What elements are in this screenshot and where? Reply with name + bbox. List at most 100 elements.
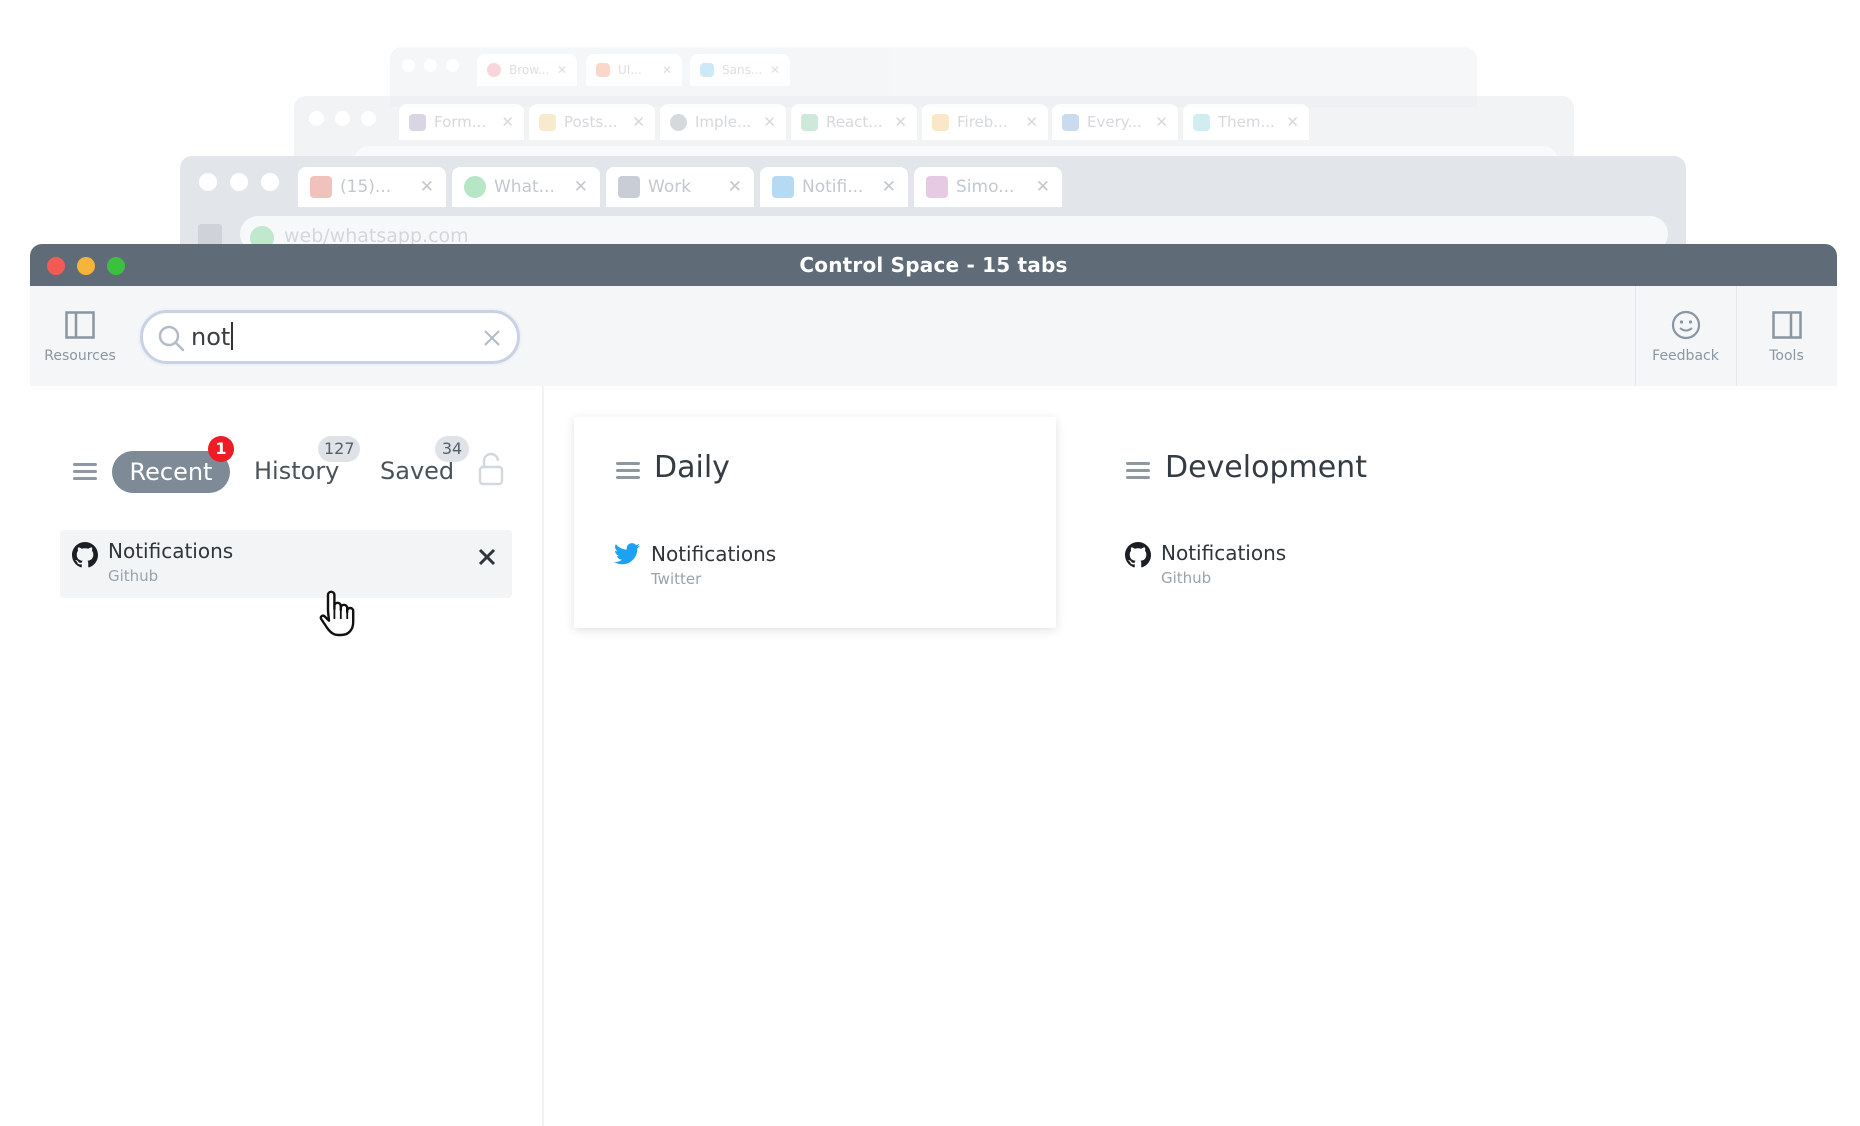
browser-tab-label: (15)... xyxy=(340,177,392,197)
list-item-title[interactable]: Notifications xyxy=(1161,541,1286,565)
title-bar: Control Space - 15 tabs xyxy=(30,244,1837,286)
window-controls xyxy=(309,111,387,126)
smiley-icon xyxy=(1671,310,1701,340)
resources-button[interactable]: Resources xyxy=(30,286,130,386)
close-tab-icon[interactable]: ✕ xyxy=(662,63,672,77)
search-icon xyxy=(158,325,185,352)
typescript-icon xyxy=(1062,113,1079,131)
close-tab-icon[interactable]: ✕ xyxy=(632,113,645,131)
list-item-title: Notifications xyxy=(108,539,234,563)
browser-tab[interactable]: Work ✕ xyxy=(606,167,754,207)
search-input-value: not xyxy=(191,323,231,351)
list-item-title[interactable]: Notifications xyxy=(651,542,776,566)
github-icon xyxy=(670,113,687,131)
browser-tab[interactable]: Notifi... ✕ xyxy=(760,167,908,207)
menu-icon[interactable] xyxy=(1126,462,1150,480)
slack-icon xyxy=(926,176,948,198)
work-icon xyxy=(618,176,640,198)
tailwind-icon xyxy=(1193,113,1210,131)
browser-tab[interactable]: Simo... ✕ xyxy=(914,167,1062,207)
list-item-subtitle: Twitter xyxy=(651,570,702,588)
collection-title[interactable]: Daily xyxy=(654,450,730,485)
gmail-icon xyxy=(310,176,332,198)
browser-tab-label: Sans... xyxy=(722,63,763,77)
close-tab-icon[interactable]: ✕ xyxy=(882,177,896,197)
sans-icon xyxy=(700,63,714,77)
close-tab-icon[interactable]: ✕ xyxy=(763,113,776,131)
control-space-window: Control Space - 15 tabs Resources not Fe… xyxy=(30,244,1837,1126)
browser-tab[interactable]: Every... ✕ xyxy=(1052,104,1178,140)
browser-tab[interactable]: Posts... ✕ xyxy=(529,104,655,140)
close-icon[interactable] xyxy=(476,546,498,568)
list-item[interactable]: Notifications Github xyxy=(60,530,512,598)
window-title: Control Space - 15 tabs xyxy=(799,253,1068,277)
browser-tab-label: Fireb... xyxy=(957,113,1008,131)
firebase-icon xyxy=(932,113,949,131)
browser-tab-label: React... xyxy=(826,113,883,131)
browser-tab[interactable]: React... ✕ xyxy=(791,104,917,140)
list-item-subtitle: Github xyxy=(108,567,159,585)
close-tab-icon[interactable]: ✕ xyxy=(574,177,588,197)
feedback-label: Feedback xyxy=(1652,348,1719,364)
browser-tab[interactable]: Form... ✕ xyxy=(399,104,524,140)
browser-tab[interactable]: Imple... ✕ xyxy=(660,104,786,140)
tools-button[interactable]: Tools xyxy=(1736,286,1836,386)
close-tab-icon[interactable]: ✕ xyxy=(728,177,742,197)
browser-tab[interactable]: (15)... ✕ xyxy=(298,167,446,207)
background-browser-window-3: (15)... ✕ What... ✕ Work ✕ Notifi... ✕ S… xyxy=(180,156,1686,246)
menu-icon[interactable] xyxy=(73,463,97,481)
twitter-icon xyxy=(772,176,794,198)
close-tab-icon[interactable]: ✕ xyxy=(770,63,780,77)
window-controls xyxy=(402,59,468,72)
search-input[interactable]: not xyxy=(191,322,234,351)
sidebar-left-icon xyxy=(65,311,95,339)
recent-badge: 1 xyxy=(208,436,234,462)
history-badge: 127 xyxy=(318,436,360,462)
address-text: web/whatsapp.com xyxy=(284,225,469,246)
clear-search-icon[interactable] xyxy=(479,325,505,351)
address-bar[interactable]: web/whatsapp.com xyxy=(240,216,1668,246)
browser-tab-label: Work xyxy=(648,177,692,197)
browser-tab-label: Every... xyxy=(1087,113,1142,131)
collection-title[interactable]: Development xyxy=(1165,450,1367,485)
toolbar: Resources not Feedback Tools xyxy=(30,286,1837,386)
browser-tab[interactable]: What... ✕ xyxy=(452,167,600,207)
close-tab-icon[interactable]: ✕ xyxy=(894,113,907,131)
browser-icon xyxy=(487,63,501,77)
close-tab-icon[interactable]: ✕ xyxy=(1025,113,1038,131)
browser-tab-label: Brow... xyxy=(509,63,550,77)
browser-tab-label: UI... xyxy=(618,63,642,77)
browser-tab-label: Notifi... xyxy=(802,177,864,197)
browser-tab-label: Form... xyxy=(434,113,487,131)
resources-label: Resources xyxy=(44,348,116,364)
close-tab-icon[interactable]: ✕ xyxy=(1286,113,1299,131)
close-tab-icon[interactable]: ✕ xyxy=(1155,113,1168,131)
search-bar[interactable]: not xyxy=(140,310,520,364)
feedback-button[interactable]: Feedback xyxy=(1635,286,1735,386)
browser-tab-label: Simo... xyxy=(956,177,1015,197)
extension-icon[interactable] xyxy=(198,224,222,246)
browser-tab[interactable]: UI... ✕ xyxy=(586,54,682,86)
close-tab-icon[interactable]: ✕ xyxy=(557,63,567,77)
collection-card-daily: Daily Notifications Twitter xyxy=(574,417,1056,628)
close-tab-icon[interactable]: ✕ xyxy=(1036,177,1050,197)
browser-tab-label: Them... xyxy=(1218,113,1275,131)
panel-divider xyxy=(542,386,544,1126)
browser-tab[interactable]: Fireb... ✕ xyxy=(922,104,1048,140)
close-tab-icon[interactable]: ✕ xyxy=(420,177,434,197)
hand-pointer-icon xyxy=(319,590,355,637)
unlock-icon[interactable] xyxy=(478,452,504,486)
github-icon xyxy=(1125,542,1151,568)
sidebar-right-icon xyxy=(1772,311,1802,339)
browser-tab-label: Posts... xyxy=(564,113,618,131)
twitter-icon xyxy=(614,543,640,565)
browser-tab[interactable]: Sans... ✕ xyxy=(690,54,790,86)
close-tab-icon[interactable]: ✕ xyxy=(501,113,514,131)
figma-icon xyxy=(596,63,610,77)
browser-tab[interactable]: Them... ✕ xyxy=(1183,104,1309,140)
github-icon xyxy=(72,542,98,568)
menu-icon[interactable] xyxy=(616,462,640,480)
browser-tab-label: What... xyxy=(494,177,555,197)
browser-tab[interactable]: Brow... ✕ xyxy=(477,54,577,86)
text-caret xyxy=(231,322,234,350)
